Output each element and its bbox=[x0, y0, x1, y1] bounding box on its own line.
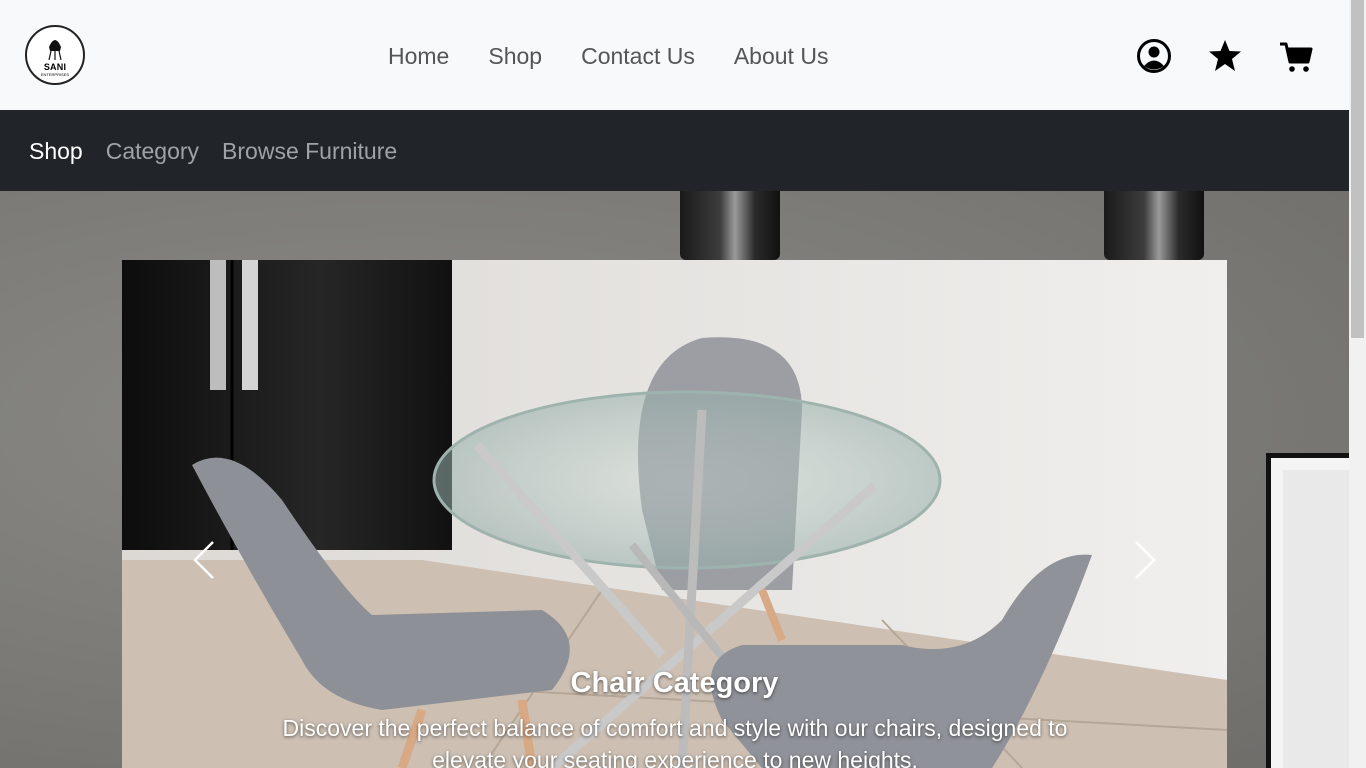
carousel-caption-text: Discover the perfect balance of comfort … bbox=[282, 715, 1068, 768]
wall-frame-image bbox=[1266, 453, 1349, 768]
pendant-lamp-image bbox=[680, 191, 780, 260]
logo-subtext: ENTERPRISES bbox=[40, 72, 70, 77]
sub-nav: Shop Category Browse Furniture bbox=[29, 136, 397, 166]
chevron-right-icon bbox=[1135, 541, 1156, 579]
page-scrollbar[interactable] bbox=[1349, 0, 1366, 768]
star-icon[interactable] bbox=[1207, 38, 1243, 74]
main-nav: Home Shop Contact Us About Us bbox=[388, 40, 828, 72]
subnav-brand-shop[interactable]: Shop bbox=[29, 136, 83, 166]
nav-home[interactable]: Home bbox=[388, 40, 449, 72]
pendant-lamp-image bbox=[1104, 191, 1204, 260]
carousel-prev-button[interactable] bbox=[185, 520, 225, 600]
user-icon[interactable] bbox=[1136, 38, 1172, 74]
carousel-caption-title: Chair Category bbox=[570, 667, 779, 699]
subnav-category[interactable]: Category bbox=[106, 136, 199, 166]
carousel-next-button[interactable] bbox=[1124, 520, 1164, 600]
nav-shop[interactable]: Shop bbox=[488, 40, 542, 72]
nav-about-us[interactable]: About Us bbox=[734, 40, 829, 72]
logo-text: SANI bbox=[43, 62, 67, 72]
chevron-left-icon bbox=[193, 541, 214, 579]
brand-logo[interactable]: SANI ENTERPRISES bbox=[25, 25, 85, 85]
cart-icon[interactable] bbox=[1278, 38, 1314, 74]
nav-contact-us[interactable]: Contact Us bbox=[581, 40, 695, 72]
subnav-browse-furniture[interactable]: Browse Furniture bbox=[222, 136, 397, 166]
scrollbar-thumb[interactable] bbox=[1351, 0, 1364, 338]
